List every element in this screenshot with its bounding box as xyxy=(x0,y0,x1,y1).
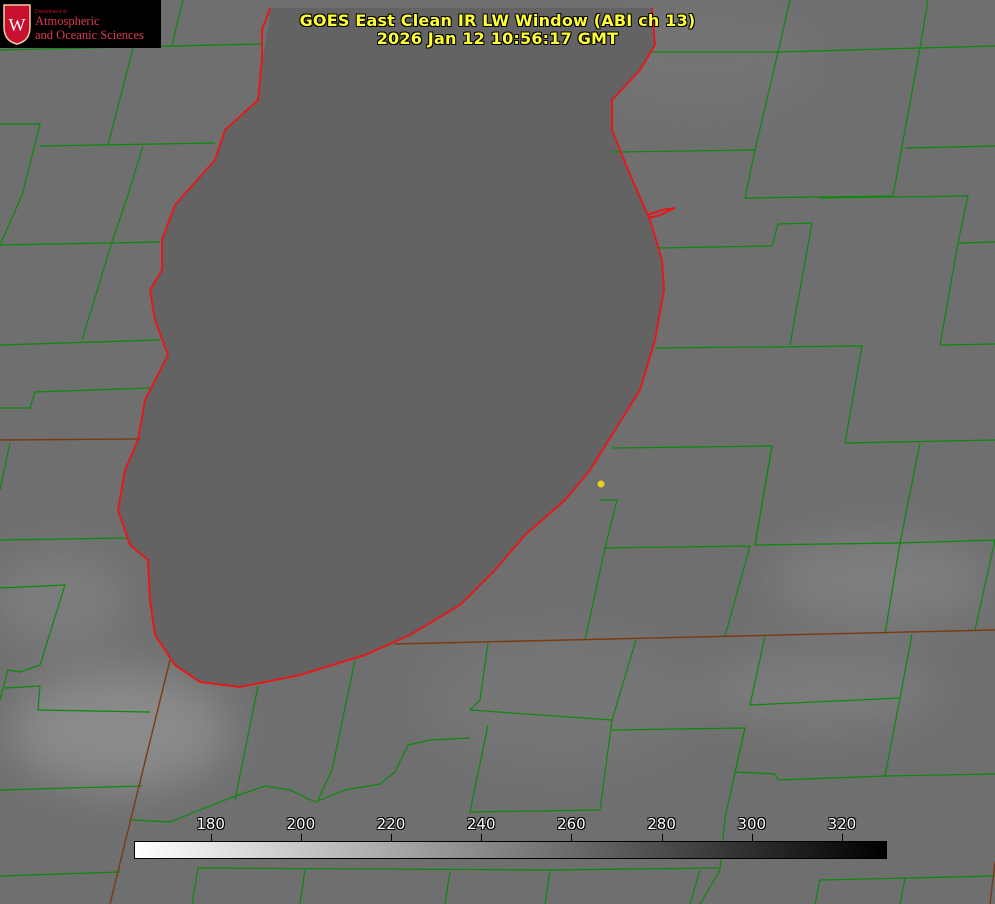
door-peninsula-tip xyxy=(646,207,676,219)
colorbar-tick-mark xyxy=(661,834,663,841)
colorbar-tick-label: 200 xyxy=(286,815,316,833)
colorbar-tick-mark xyxy=(841,834,843,841)
colorbar-tick-label: 220 xyxy=(376,815,406,833)
colorbar-tick-mark xyxy=(300,834,302,841)
colorbar-tick-label: 240 xyxy=(466,815,496,833)
colorbar-tick-mark xyxy=(571,834,573,841)
image-title: GOES East Clean IR LW Window (ABI ch 13) xyxy=(299,11,696,30)
colorbar-tick-label: 320 xyxy=(827,815,857,833)
colorbar-tick-mark xyxy=(481,834,483,841)
map-layer xyxy=(0,0,995,904)
colorbar-tick-mark xyxy=(391,834,392,841)
colorbar-tick-label: 280 xyxy=(647,815,676,833)
colorbar-tick-mark xyxy=(210,834,212,841)
temperature-colorbar xyxy=(134,841,887,859)
colorbar-tick-label: 180 xyxy=(196,815,225,833)
colorbar-tick-label: 300 xyxy=(737,815,767,833)
image-timestamp: 2026 Jan 12 10:56:17 GMT xyxy=(376,29,619,48)
colorbar-tick-mark xyxy=(751,834,753,841)
colorbar-tick-label: 260 xyxy=(557,815,586,833)
location-marker xyxy=(597,480,605,488)
lake-michigan xyxy=(118,8,664,687)
satellite-image: W Department of Atmospheric and Oceanic … xyxy=(0,0,995,904)
